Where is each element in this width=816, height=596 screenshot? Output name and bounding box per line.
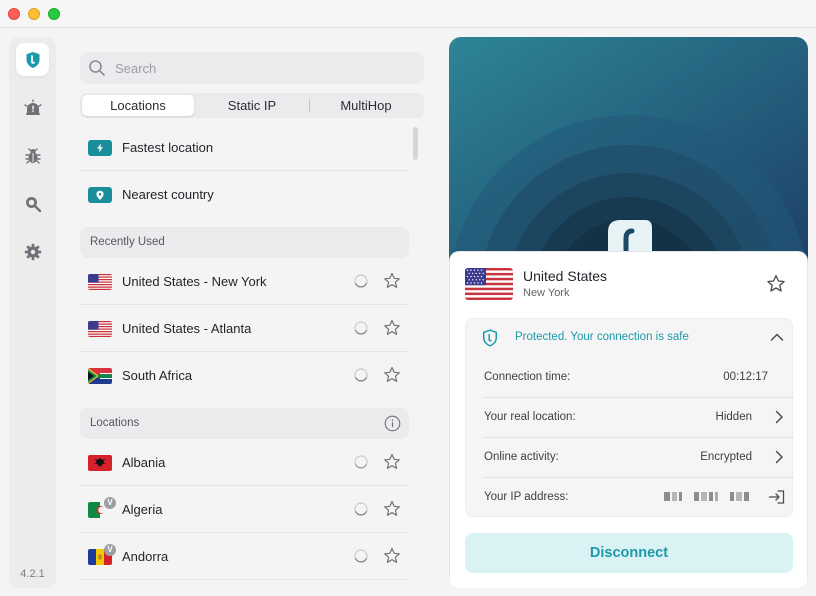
search-input[interactable] xyxy=(115,52,405,84)
status-header[interactable]: Protected. Your connection is safe xyxy=(466,319,792,357)
list-scrollbar[interactable] xyxy=(413,127,418,160)
nearest-country-label: Nearest country xyxy=(122,187,214,202)
server-load-icon xyxy=(354,549,368,563)
location-tabs: Locations Static IP MultiHop xyxy=(80,93,424,118)
connected-city: New York xyxy=(523,287,570,299)
fastest-location-item[interactable]: Fastest location xyxy=(80,124,409,171)
online-activity-label: Online activity: xyxy=(484,451,559,463)
location-item-label: Andorra xyxy=(122,549,169,564)
side-rail: 4.2.1 xyxy=(9,37,56,588)
rail-antivirus-button[interactable] xyxy=(16,139,49,172)
nearest-country-item[interactable]: Nearest country xyxy=(80,171,409,218)
location-item-albania[interactable]: Albania xyxy=(80,439,409,486)
connection-time-label: Connection time: xyxy=(484,371,571,383)
search-box[interactable] xyxy=(80,52,424,84)
favorite-star-icon[interactable] xyxy=(383,500,401,518)
recent-item-label: South Africa xyxy=(122,368,193,383)
fastest-location-label: Fastest location xyxy=(122,140,214,155)
tab-multihop[interactable]: MultiHop xyxy=(310,95,422,116)
recently-used-header: Recently Used xyxy=(80,227,409,258)
title-bar xyxy=(0,0,816,28)
server-load-icon xyxy=(354,368,368,382)
favorite-star-icon[interactable] xyxy=(766,274,786,294)
app-version: 4.2.1 xyxy=(20,568,45,580)
rail-alert-button[interactable] xyxy=(16,91,49,124)
window-maximize-button[interactable] xyxy=(48,8,60,20)
shield-icon xyxy=(26,51,39,68)
us-flag-icon xyxy=(465,268,513,300)
recent-item-label: United States - New York xyxy=(122,274,267,289)
virtual-server-badge: V xyxy=(104,497,116,509)
favorite-star-icon[interactable] xyxy=(383,366,401,384)
rail-settings-button[interactable] xyxy=(16,235,49,268)
server-load-icon xyxy=(354,502,368,516)
real-location-label: Your real location: xyxy=(484,411,576,423)
recent-item-label: United States - Atlanta xyxy=(122,321,252,336)
pin-icon xyxy=(88,187,112,203)
gear-icon xyxy=(24,243,41,260)
rail-search-button[interactable] xyxy=(16,187,49,220)
locations-label: Locations xyxy=(90,417,140,429)
info-icon[interactable] xyxy=(384,415,401,432)
recent-item-south-africa[interactable]: South Africa xyxy=(80,352,409,399)
redacted-ip-address xyxy=(664,492,749,501)
favorite-star-icon[interactable] xyxy=(383,272,401,290)
ip-address-label: Your IP address: xyxy=(484,491,569,503)
location-item-andorra[interactable]: V Andorra xyxy=(80,533,409,580)
connection-status-panel: Protected. Your connection is safe Conne… xyxy=(465,318,794,517)
rail-vpn-button[interactable] xyxy=(16,43,49,76)
tab-locations[interactable]: Locations xyxy=(82,95,194,116)
us-flag-icon xyxy=(88,321,112,337)
chevron-right-icon xyxy=(775,410,783,424)
server-load-icon xyxy=(354,455,368,469)
connection-panel: United States New York Protected. Your c… xyxy=(449,37,808,588)
location-panel: Locations Static IP MultiHop Fastest loc… xyxy=(80,52,425,592)
real-location-value: Hidden xyxy=(715,411,752,423)
server-load-icon xyxy=(354,321,368,335)
za-flag-icon xyxy=(88,368,112,384)
online-activity-value: Encrypted xyxy=(700,451,752,463)
connection-hero-graphic xyxy=(449,37,808,267)
server-load-icon xyxy=(354,274,368,288)
locations-header: Locations xyxy=(80,408,409,439)
window-minimize-button[interactable] xyxy=(28,8,40,20)
chevron-up-icon[interactable] xyxy=(770,332,784,342)
connection-time-row: Connection time: 00:12:17 xyxy=(482,357,794,397)
shield-check-icon xyxy=(482,329,498,347)
real-location-row[interactable]: Your real location: Hidden xyxy=(482,397,794,437)
location-item-algeria[interactable]: V Algeria xyxy=(80,486,409,533)
connection-time-value: 00:12:17 xyxy=(723,371,768,383)
location-item-label: Algeria xyxy=(122,502,163,517)
tab-static-ip[interactable]: Static IP xyxy=(196,95,308,116)
us-flag-icon xyxy=(88,274,112,290)
protection-status-text: Protected. Your connection is safe xyxy=(515,331,689,343)
online-activity-row[interactable]: Online activity: Encrypted xyxy=(482,437,794,477)
ip-address-row[interactable]: Your IP address: xyxy=(482,477,794,517)
chevron-right-icon xyxy=(775,450,783,464)
disconnect-button[interactable]: Disconnect xyxy=(465,533,793,573)
location-item-label: Albania xyxy=(122,455,166,470)
connected-country: United States xyxy=(523,268,608,284)
alert-icon xyxy=(23,98,42,115)
recent-item-us-atlanta[interactable]: United States - Atlanta xyxy=(80,305,409,352)
search-icon xyxy=(89,60,105,76)
recent-item-us-new-york[interactable]: United States - New York xyxy=(80,258,409,305)
bug-icon xyxy=(24,147,41,164)
connection-card: United States New York Protected. Your c… xyxy=(449,251,808,588)
al-flag-icon xyxy=(88,455,112,471)
location-list[interactable]: Fastest location Nearest country Recentl… xyxy=(80,124,425,592)
virtual-server-badge: V xyxy=(104,544,116,556)
favorite-star-icon[interactable] xyxy=(383,453,401,471)
zoom-search-icon xyxy=(25,196,41,212)
favorite-star-icon[interactable] xyxy=(383,319,401,337)
favorite-star-icon[interactable] xyxy=(383,547,401,565)
bolt-icon xyxy=(88,140,112,156)
window-close-button[interactable] xyxy=(8,8,20,20)
recently-used-label: Recently Used xyxy=(90,236,165,248)
sign-in-icon[interactable] xyxy=(768,489,786,505)
